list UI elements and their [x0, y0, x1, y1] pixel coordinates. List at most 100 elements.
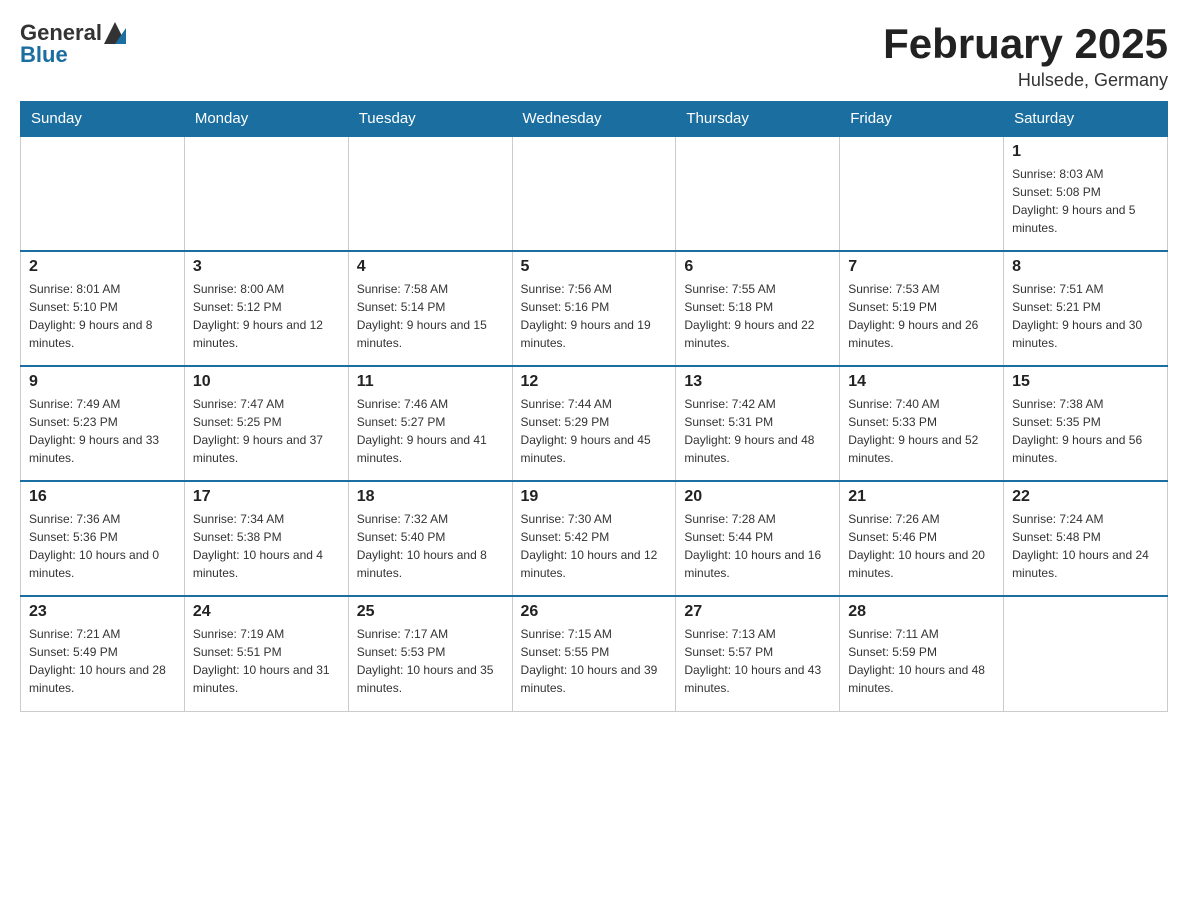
- calendar-cell: 22 Sunrise: 7:24 AM Sunset: 5:48 PM Dayli…: [1004, 481, 1168, 596]
- page-header: General Blue February 2025 Hulsede, Germ…: [20, 20, 1168, 91]
- day-number: 18: [357, 488, 504, 506]
- calendar-cell: 5Sunrise: 7:56 AM Sunset: 5:16 PM Daylig…: [512, 251, 676, 366]
- calendar-cell: 16Sunrise: 7:36 AM Sunset: 5:36 PM Dayli…: [21, 481, 185, 596]
- day-number: 23: [29, 603, 176, 621]
- day-number: 10: [193, 373, 340, 391]
- day-info: Sunrise: 7:53 AM Sunset: 5:19 PM Dayligh…: [848, 280, 995, 352]
- day-number: 3: [193, 258, 340, 276]
- calendar-cell: 12Sunrise: 7:44 AM Sunset: 5:29 PM Dayli…: [512, 366, 676, 481]
- calendar-cell: 9 Sunrise: 7:49 AM Sunset: 5:23 PM Daylig…: [21, 366, 185, 481]
- calendar-cell: 21 Sunrise: 7:26 AM Sunset: 5:46 PM Dayli…: [840, 481, 1004, 596]
- calendar-cell: 26 Sunrise: 7:15 AM Sunset: 5:55 PM Dayli…: [512, 596, 676, 711]
- calendar-cell: 1 Sunrise: 8:03 AM Sunset: 5:08 PM Daylig…: [1004, 136, 1168, 251]
- day-info: Sunrise: 7:13 AM Sunset: 5:57 PM Dayligh…: [684, 625, 831, 697]
- day-number: 2: [29, 258, 176, 276]
- day-info: Sunrise: 7:58 AM Sunset: 5:14 PM Dayligh…: [357, 280, 504, 352]
- calendar-cell: 11 Sunrise: 7:46 AM Sunset: 5:27 PM Dayli…: [348, 366, 512, 481]
- calendar-cell: [1004, 596, 1168, 711]
- week-row-4: 16Sunrise: 7:36 AM Sunset: 5:36 PM Dayli…: [21, 481, 1168, 596]
- day-number: 17: [193, 488, 340, 506]
- day-info: Sunrise: 7:34 AM Sunset: 5:38 PM Dayligh…: [193, 510, 340, 582]
- calendar-cell: 28 Sunrise: 7:11 AM Sunset: 5:59 PM Dayli…: [840, 596, 1004, 711]
- day-info: Sunrise: 7:21 AM Sunset: 5:49 PM Dayligh…: [29, 625, 176, 697]
- calendar-cell: 19Sunrise: 7:30 AM Sunset: 5:42 PM Dayli…: [512, 481, 676, 596]
- day-info: Sunrise: 7:55 AM Sunset: 5:18 PM Dayligh…: [684, 280, 831, 352]
- day-info: Sunrise: 7:17 AM Sunset: 5:53 PM Dayligh…: [357, 625, 504, 697]
- calendar-cell: 3 Sunrise: 8:00 AM Sunset: 5:12 PM Daylig…: [184, 251, 348, 366]
- day-info: Sunrise: 7:42 AM Sunset: 5:31 PM Dayligh…: [684, 395, 831, 467]
- day-number: 14: [848, 373, 995, 391]
- week-row-1: 1 Sunrise: 8:03 AM Sunset: 5:08 PM Daylig…: [21, 136, 1168, 251]
- calendar-cell: [184, 136, 348, 251]
- day-info: Sunrise: 7:40 AM Sunset: 5:33 PM Dayligh…: [848, 395, 995, 467]
- day-number: 8: [1012, 258, 1159, 276]
- day-number: 28: [848, 603, 995, 621]
- calendar-cell: 17 Sunrise: 7:34 AM Sunset: 5:38 PM Dayli…: [184, 481, 348, 596]
- day-info: Sunrise: 7:28 AM Sunset: 5:44 PM Dayligh…: [684, 510, 831, 582]
- calendar-cell: [21, 136, 185, 251]
- day-info: Sunrise: 7:51 AM Sunset: 5:21 PM Dayligh…: [1012, 280, 1159, 352]
- calendar-cell: 2 Sunrise: 8:01 AM Sunset: 5:10 PM Daylig…: [21, 251, 185, 366]
- calendar-cell: 6Sunrise: 7:55 AM Sunset: 5:18 PM Daylig…: [676, 251, 840, 366]
- location-label: Hulsede, Germany: [883, 70, 1168, 91]
- day-number: 9: [29, 373, 176, 391]
- calendar-cell: 7Sunrise: 7:53 AM Sunset: 5:19 PM Daylig…: [840, 251, 1004, 366]
- day-number: 26: [521, 603, 668, 621]
- col-thursday: Thursday: [676, 102, 840, 137]
- calendar-cell: 10 Sunrise: 7:47 AM Sunset: 5:25 PM Dayli…: [184, 366, 348, 481]
- day-info: Sunrise: 7:36 AM Sunset: 5:36 PM Dayligh…: [29, 510, 176, 582]
- calendar-cell: [840, 136, 1004, 251]
- day-number: 21: [848, 488, 995, 506]
- day-number: 13: [684, 373, 831, 391]
- day-info: Sunrise: 7:32 AM Sunset: 5:40 PM Dayligh…: [357, 510, 504, 582]
- day-info: Sunrise: 7:56 AM Sunset: 5:16 PM Dayligh…: [521, 280, 668, 352]
- day-number: 25: [357, 603, 504, 621]
- col-tuesday: Tuesday: [348, 102, 512, 137]
- day-info: Sunrise: 8:03 AM Sunset: 5:08 PM Dayligh…: [1012, 165, 1159, 237]
- header-row: Sunday Monday Tuesday Wednesday Thursday…: [21, 102, 1168, 137]
- week-row-3: 9 Sunrise: 7:49 AM Sunset: 5:23 PM Daylig…: [21, 366, 1168, 481]
- calendar-cell: [676, 136, 840, 251]
- day-info: Sunrise: 7:19 AM Sunset: 5:51 PM Dayligh…: [193, 625, 340, 697]
- logo: General Blue: [20, 20, 126, 68]
- calendar-cell: 13 Sunrise: 7:42 AM Sunset: 5:31 PM Dayli…: [676, 366, 840, 481]
- day-info: Sunrise: 8:01 AM Sunset: 5:10 PM Dayligh…: [29, 280, 176, 352]
- calendar-cell: 25 Sunrise: 7:17 AM Sunset: 5:53 PM Dayli…: [348, 596, 512, 711]
- day-number: 15: [1012, 373, 1159, 391]
- col-sunday: Sunday: [21, 102, 185, 137]
- day-info: Sunrise: 8:00 AM Sunset: 5:12 PM Dayligh…: [193, 280, 340, 352]
- col-friday: Friday: [840, 102, 1004, 137]
- calendar-cell: 14 Sunrise: 7:40 AM Sunset: 5:33 PM Dayli…: [840, 366, 1004, 481]
- day-number: 1: [1012, 143, 1159, 161]
- calendar-cell: 27 Sunrise: 7:13 AM Sunset: 5:57 PM Dayli…: [676, 596, 840, 711]
- calendar-cell: 24 Sunrise: 7:19 AM Sunset: 5:51 PM Dayli…: [184, 596, 348, 711]
- calendar-table: Sunday Monday Tuesday Wednesday Thursday…: [20, 101, 1168, 712]
- day-info: Sunrise: 7:24 AM Sunset: 5:48 PM Dayligh…: [1012, 510, 1159, 582]
- calendar-cell: 15 Sunrise: 7:38 AM Sunset: 5:35 PM Dayli…: [1004, 366, 1168, 481]
- day-info: Sunrise: 7:11 AM Sunset: 5:59 PM Dayligh…: [848, 625, 995, 697]
- day-number: 4: [357, 258, 504, 276]
- calendar-cell: 20 Sunrise: 7:28 AM Sunset: 5:44 PM Dayli…: [676, 481, 840, 596]
- day-info: Sunrise: 7:15 AM Sunset: 5:55 PM Dayligh…: [521, 625, 668, 697]
- day-number: 24: [193, 603, 340, 621]
- day-number: 27: [684, 603, 831, 621]
- day-number: 22: [1012, 488, 1159, 506]
- col-wednesday: Wednesday: [512, 102, 676, 137]
- calendar-cell: 18 Sunrise: 7:32 AM Sunset: 5:40 PM Dayli…: [348, 481, 512, 596]
- calendar-cell: [348, 136, 512, 251]
- week-row-5: 23 Sunrise: 7:21 AM Sunset: 5:49 PM Dayli…: [21, 596, 1168, 711]
- month-title: February 2025: [883, 20, 1168, 68]
- day-number: 19: [521, 488, 668, 506]
- day-number: 20: [684, 488, 831, 506]
- calendar-cell: 8 Sunrise: 7:51 AM Sunset: 5:21 PM Daylig…: [1004, 251, 1168, 366]
- day-info: Sunrise: 7:38 AM Sunset: 5:35 PM Dayligh…: [1012, 395, 1159, 467]
- day-number: 11: [357, 373, 504, 391]
- calendar-cell: 4 Sunrise: 7:58 AM Sunset: 5:14 PM Daylig…: [348, 251, 512, 366]
- day-info: Sunrise: 7:46 AM Sunset: 5:27 PM Dayligh…: [357, 395, 504, 467]
- day-info: Sunrise: 7:47 AM Sunset: 5:25 PM Dayligh…: [193, 395, 340, 467]
- week-row-2: 2 Sunrise: 8:01 AM Sunset: 5:10 PM Daylig…: [21, 251, 1168, 366]
- title-area: February 2025 Hulsede, Germany: [883, 20, 1168, 91]
- day-info: Sunrise: 7:49 AM Sunset: 5:23 PM Dayligh…: [29, 395, 176, 467]
- day-info: Sunrise: 7:26 AM Sunset: 5:46 PM Dayligh…: [848, 510, 995, 582]
- col-saturday: Saturday: [1004, 102, 1168, 137]
